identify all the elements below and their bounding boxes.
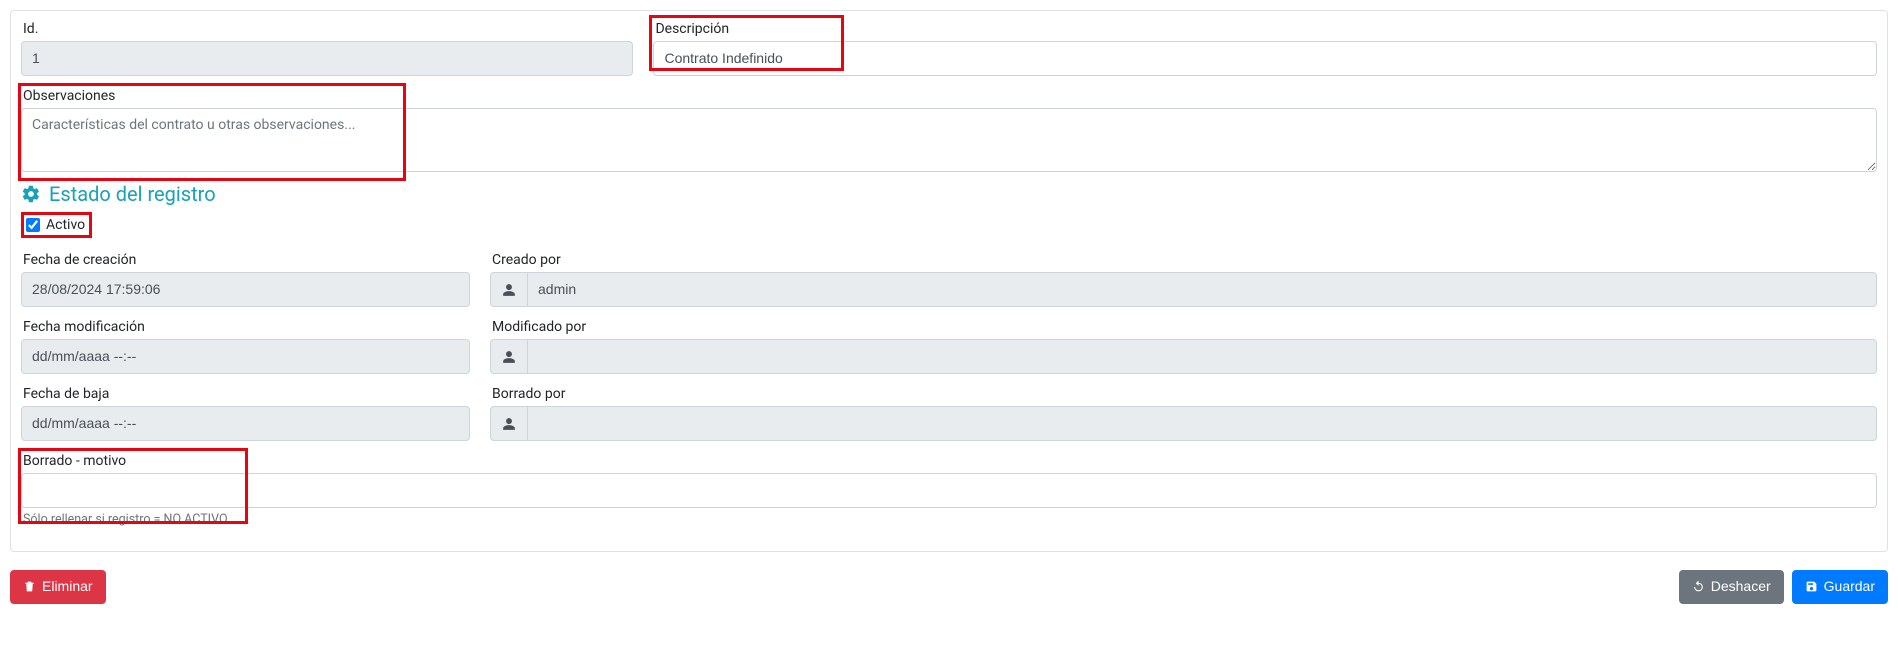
form-panel: Id. Descripción Observaciones Estado del… xyxy=(10,10,1888,552)
modificado-por-label: Modificado por xyxy=(490,317,1877,337)
undo-icon xyxy=(1692,580,1705,593)
user-icon xyxy=(502,417,516,431)
guardar-label: Guardar xyxy=(1824,577,1875,597)
id-input xyxy=(21,41,633,76)
footer-bar: Eliminar Deshacer Guardar xyxy=(10,570,1888,604)
user-icon-addon xyxy=(490,272,527,307)
row-creacion: Fecha de creación Creado por xyxy=(21,250,1877,307)
row-observaciones: Observaciones xyxy=(21,86,1877,172)
activo-checkbox-row: Activo xyxy=(21,212,92,238)
observaciones-textarea[interactable] xyxy=(21,108,1877,172)
descripcion-label: Descripción xyxy=(653,19,1877,39)
fecha-baja-label: Fecha de baja xyxy=(21,384,470,404)
field-id: Id. xyxy=(21,19,633,76)
activo-checkbox[interactable] xyxy=(26,218,40,232)
user-icon xyxy=(502,283,516,297)
field-observaciones: Observaciones xyxy=(21,86,1877,172)
deshacer-label: Deshacer xyxy=(1711,577,1771,597)
field-fecha-baja: Fecha de baja xyxy=(21,384,470,441)
field-descripcion: Descripción xyxy=(653,19,1877,76)
id-label: Id. xyxy=(21,19,633,39)
creado-por-label: Creado por xyxy=(490,250,1877,270)
borrado-motivo-label: Borrado - motivo xyxy=(21,451,1877,471)
gear-icon xyxy=(21,184,41,204)
row-borrado-motivo: Borrado - motivo Sólo rellenar si regist… xyxy=(21,451,1877,527)
field-creado-por: Creado por xyxy=(490,250,1877,307)
field-borrado-motivo: Borrado - motivo Sólo rellenar si regist… xyxy=(21,451,1877,527)
user-icon-addon-3 xyxy=(490,406,527,441)
eliminar-button[interactable]: Eliminar xyxy=(10,570,106,604)
user-icon-addon-2 xyxy=(490,339,527,374)
field-borrado-por: Borrado por xyxy=(490,384,1877,441)
row-id-descripcion: Id. Descripción xyxy=(21,19,1877,76)
footer-right: Deshacer Guardar xyxy=(1679,570,1888,604)
activo-label: Activo xyxy=(46,217,85,233)
eliminar-label: Eliminar xyxy=(42,577,93,597)
observaciones-label: Observaciones xyxy=(21,86,1877,106)
guardar-button[interactable]: Guardar xyxy=(1792,570,1888,604)
row-modificacion: Fecha modificación Modificado por xyxy=(21,317,1877,374)
borrado-por-input xyxy=(527,406,1877,441)
modificado-por-input xyxy=(527,339,1877,374)
field-fecha-creacion: Fecha de creación xyxy=(21,250,470,307)
user-icon xyxy=(502,350,516,364)
fecha-modificacion-label: Fecha modificación xyxy=(21,317,470,337)
creado-por-input xyxy=(527,272,1877,307)
borrado-motivo-input[interactable] xyxy=(21,473,1877,508)
save-icon xyxy=(1805,580,1818,593)
borrado-por-label: Borrado por xyxy=(490,384,1877,404)
descripcion-input[interactable] xyxy=(653,41,1877,76)
field-fecha-modificacion: Fecha modificación xyxy=(21,317,470,374)
section-title-estado: Estado del registro xyxy=(49,182,216,206)
row-baja: Fecha de baja Borrado por xyxy=(21,384,1877,441)
fecha-baja-input xyxy=(21,406,470,441)
fecha-creacion-label: Fecha de creación xyxy=(21,250,470,270)
section-header-estado: Estado del registro xyxy=(21,182,1877,206)
borrado-motivo-help: Sólo rellenar si registro = NO ACTIVO xyxy=(21,512,1877,527)
deshacer-button[interactable]: Deshacer xyxy=(1679,570,1784,604)
trash-icon xyxy=(23,580,36,593)
fecha-creacion-input xyxy=(21,272,470,307)
fecha-modificacion-input xyxy=(21,339,470,374)
field-modificado-por: Modificado por xyxy=(490,317,1877,374)
